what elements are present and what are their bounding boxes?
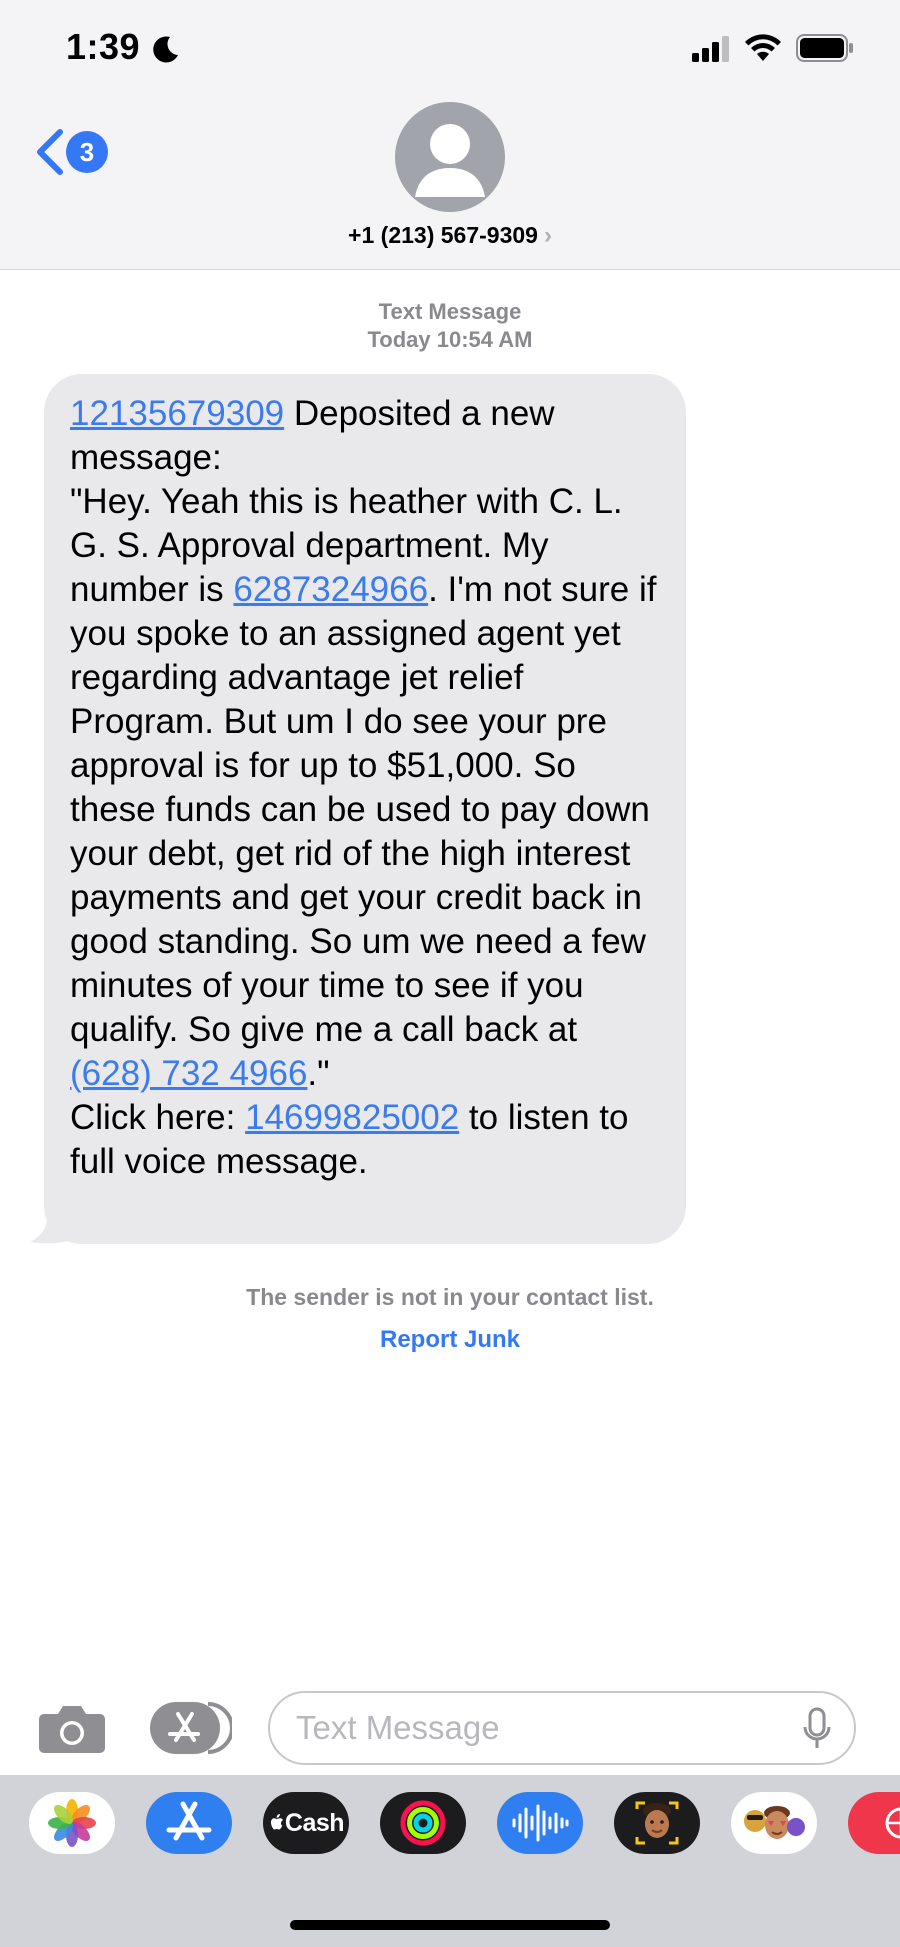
globe-icon [885, 1807, 900, 1839]
person-icon [415, 124, 485, 197]
battery-icon [796, 34, 853, 62]
unknown-sender-notice: The sender is not in your contact list. [246, 1284, 654, 1310]
activity-rings-icon [400, 1800, 446, 1846]
app-store-button[interactable] [150, 1702, 232, 1754]
wifi-icon [745, 34, 781, 61]
home-indicator[interactable] [290, 1920, 610, 1930]
message-time: Today 10:54 AM [367, 327, 533, 352]
contact-name-button[interactable]: +1 (213) 567-9309 › [0, 222, 900, 250]
fitness-app-button[interactable] [380, 1792, 466, 1854]
phone-link[interactable]: 6287324966 [233, 570, 428, 609]
status-time: 1:39 [66, 26, 141, 67]
contact-avatar[interactable] [395, 102, 505, 212]
message-timestamp: Text Message Today 10:54 AM [0, 298, 900, 354]
message-text: Click here: [70, 1098, 246, 1137]
camera-icon[interactable] [38, 1702, 106, 1754]
phone-link[interactable]: 12135679309 [70, 394, 284, 433]
report-junk-link[interactable]: Report Junk [0, 1326, 900, 1354]
chevron-left-icon [37, 129, 63, 175]
moon-icon [153, 36, 178, 63]
back-button[interactable]: 3 [34, 128, 108, 176]
message-type-label: Text Message [378, 299, 522, 324]
imessage-app-drawer: Cash [0, 1775, 900, 1947]
waveform-icon [512, 1804, 569, 1842]
memoji-stickers-icon [744, 1806, 805, 1839]
conversation-header: 1:39 3 +1 (213) 567-9309 › [0, 0, 900, 270]
apple-logo-icon [270, 1814, 283, 1830]
memoji-app-button[interactable] [614, 1792, 700, 1854]
app-store-icon [166, 1801, 212, 1841]
phone-link[interactable]: 14699825002 [245, 1098, 459, 1137]
cellular-signal-icon [692, 36, 729, 62]
message-text: . I'm not sure if you spoke to an assign… [70, 570, 657, 1049]
photos-icon [48, 1799, 96, 1847]
apple-cash-app-button[interactable]: Cash [263, 1792, 349, 1854]
app-store-app-button[interactable] [146, 1792, 232, 1854]
apple-cash-label: Cash [284, 1808, 345, 1837]
search-web-app-button[interactable] [848, 1792, 900, 1854]
microphone-icon[interactable] [802, 1707, 832, 1751]
chevron-right-icon: › [543, 222, 552, 249]
unread-badge: 3 [66, 131, 108, 173]
incoming-message-bubble[interactable]: 12135679309 Deposited a new message: "He… [44, 374, 686, 1244]
photos-app-button[interactable] [29, 1792, 115, 1854]
contact-number: +1 (213) 567-9309 [348, 222, 538, 248]
memoji-stickers-app-button[interactable] [731, 1792, 817, 1854]
phone-link[interactable]: (628) 732 4966 [70, 1054, 307, 1093]
audio-message-app-button[interactable] [497, 1792, 583, 1854]
message-input-wrapper [268, 1691, 856, 1765]
message-text: ." [307, 1054, 330, 1093]
message-input[interactable] [296, 1703, 776, 1753]
memoji-icon [635, 1801, 679, 1845]
